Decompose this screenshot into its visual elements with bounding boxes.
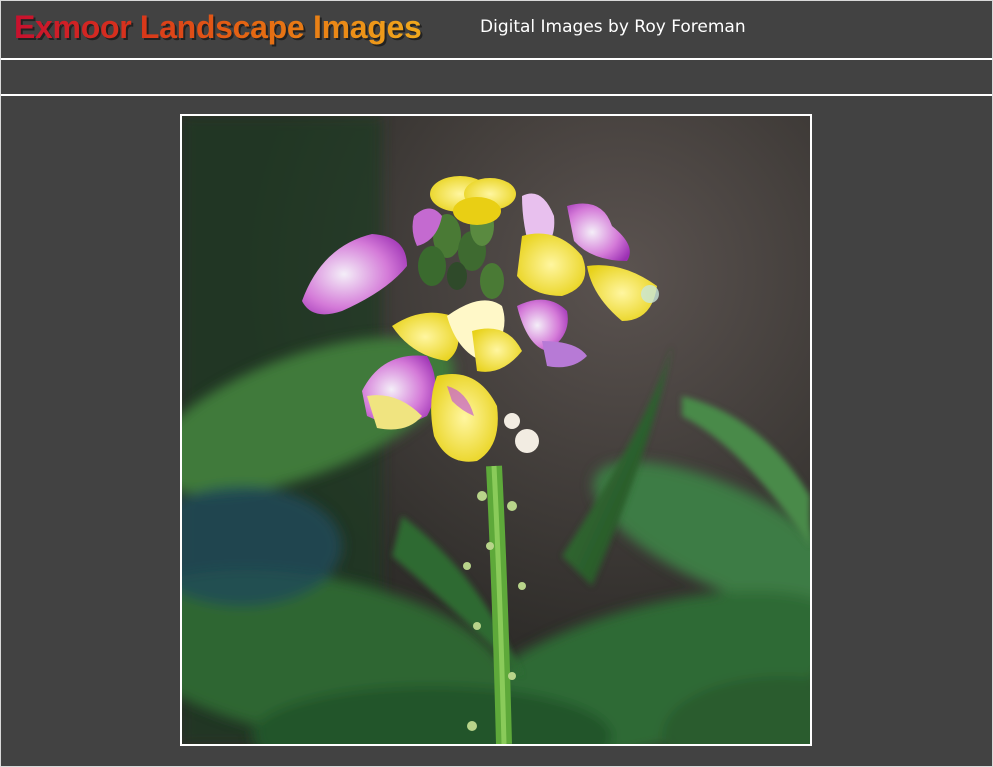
site-title[interactable]: Exmoor Landscape Images — [14, 9, 422, 46]
nav-divider — [1, 94, 992, 96]
nav-bar — [1, 60, 992, 94]
site-subtitle: Digital Images by Roy Foreman — [480, 17, 746, 37]
flower-photo-image — [182, 116, 810, 744]
main-photo[interactable] — [180, 114, 812, 746]
site-header: Exmoor Landscape Images Exmoor Landscape… — [1, 1, 992, 58]
